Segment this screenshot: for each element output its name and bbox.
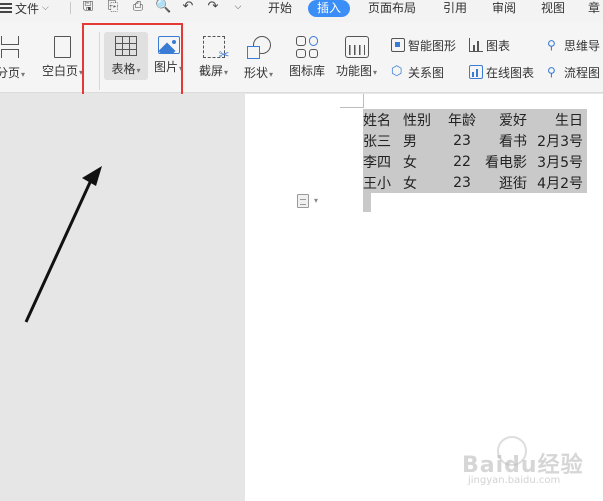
screenshot-button[interactable]: 截屏▾ [199, 36, 230, 79]
tab-references[interactable]: 引用 [443, 0, 467, 17]
file-menu-label: 文件 [15, 1, 40, 16]
undo-icon[interactable]: ↶ [180, 0, 196, 16]
title-tab-bar: 文件 ⌵ 🖫 ⎘ ⎙ 🔍 ↶ ↷ ⌵ 开始 插入 页面布局 引用 审阅 视图 章 [0, 0, 603, 22]
smart-graphic-icon [391, 38, 405, 52]
cell-hobby[interactable]: 看电影 [479, 151, 527, 172]
cell-hobby[interactable]: 看书 [479, 130, 527, 151]
smart-graphic-button[interactable]: 智能图形 [391, 36, 456, 54]
cell-gender[interactable]: 男 [403, 130, 445, 151]
header-age[interactable]: 年龄 [445, 109, 479, 130]
watermark-url: jingyan.baidu.com [468, 475, 561, 486]
tab-home[interactable]: 开始 [268, 0, 292, 17]
screenshot-scissors-icon [202, 36, 230, 63]
save-icon[interactable]: 🖫 [80, 0, 96, 16]
chart-button[interactable]: 图表 [469, 36, 510, 54]
screenshot-label: 截屏 [199, 64, 224, 78]
smart-graphic-label: 智能图形 [408, 38, 457, 53]
cell-gender[interactable]: 女 [403, 151, 445, 172]
selected-table[interactable]: 姓名 性别 年龄 爱好 生日 张三 男 23 看书 2月3号 李四 女 22 看… [363, 109, 587, 193]
chevron-down-icon: ⌵ [42, 3, 49, 13]
header-birthday[interactable]: 生日 [527, 109, 587, 130]
flowchart-label: 流程图 [564, 65, 601, 80]
flowchart-button[interactable]: ⚲ 流程图 [547, 63, 600, 81]
shape-button[interactable]: 形状▾ [244, 36, 273, 81]
cell-hobby[interactable]: 逛街 [479, 172, 527, 193]
chevron-down-icon[interactable]: ▾ [314, 196, 318, 205]
cell-name[interactable]: 王小 [363, 172, 403, 193]
tab-view[interactable]: 视图 [541, 0, 565, 17]
mind-map-label: 思维导 [564, 38, 601, 53]
flowchart-icon: ⚲ [547, 65, 556, 79]
table-row: 李四 女 22 看电影 3月5号 [363, 151, 587, 172]
relation-graph-label: 关系图 [408, 65, 445, 80]
bar-chart-icon [469, 38, 483, 52]
page-break-button[interactable]: 分页▾ [0, 36, 25, 81]
page-margin-corner [340, 94, 364, 108]
export-icon[interactable]: ⎘ [105, 0, 121, 16]
chart-label: 图表 [486, 38, 511, 53]
tab-review[interactable]: 审阅 [492, 0, 516, 17]
paragraph-layout-icon[interactable] [297, 194, 309, 208]
table-header-row: 姓名 性别 年龄 爱好 生日 [363, 109, 587, 130]
function-chart-button[interactable]: 功能图▾ [336, 36, 377, 79]
icon-library-label: 图标库 [289, 64, 326, 78]
mind-map-icon: ⚲ [547, 38, 556, 52]
cell-age[interactable]: 22 [445, 151, 479, 172]
document-canvas-background [0, 94, 245, 501]
online-chart-icon [469, 65, 483, 79]
cell-birthday[interactable]: 2月3号 [527, 130, 587, 151]
icon-library-button[interactable]: 图标库 [289, 36, 325, 79]
cell-age[interactable]: 23 [445, 130, 479, 151]
blank-page-button[interactable]: 空白页▾ [42, 36, 83, 79]
table-row: 王小 女 23 逛街 4月2号 [363, 172, 587, 193]
cell-name[interactable]: 李四 [363, 151, 403, 172]
tab-page-layout[interactable]: 页面布局 [368, 0, 416, 17]
tab-chapter[interactable]: 章 [588, 0, 600, 17]
blank-page-icon [54, 36, 72, 58]
cell-birthday[interactable]: 4月2号 [527, 172, 587, 193]
page-break-label: 分页 [0, 66, 21, 80]
page-break-icon [0, 36, 23, 60]
header-gender[interactable]: 性别 [403, 109, 445, 130]
print-preview-icon[interactable]: 🔍 [155, 0, 171, 16]
table-row: 张三 男 23 看书 2月3号 [363, 130, 587, 151]
header-name[interactable]: 姓名 [363, 109, 403, 130]
mind-map-button[interactable]: ⚲ 思维导 [547, 36, 600, 54]
online-chart-label: 在线图表 [486, 65, 535, 80]
cell-gender[interactable]: 女 [403, 172, 445, 193]
header-hobby[interactable]: 爱好 [479, 109, 527, 130]
relation-graph-icon: ⬡ [391, 64, 403, 79]
relation-graph-button[interactable]: ⬡ 关系图 [391, 63, 444, 81]
cell-birthday[interactable]: 3月5号 [527, 151, 587, 172]
file-menu[interactable]: 文件 ⌵ [0, 0, 49, 16]
cell-name[interactable]: 张三 [363, 130, 403, 151]
function-chart-label: 功能图 [336, 64, 373, 78]
tab-insert[interactable]: 插入 [308, 0, 351, 17]
blank-page-label: 空白页 [42, 64, 79, 78]
redo-icon[interactable]: ↷ [205, 0, 221, 16]
shape-label: 形状 [244, 66, 269, 80]
online-chart-button[interactable]: 在线图表 [469, 63, 534, 81]
divider [70, 2, 71, 14]
menu-icon [0, 3, 12, 13]
function-chart-icon [344, 36, 369, 58]
shape-icon [246, 36, 271, 60]
cell-age[interactable]: 23 [445, 172, 479, 193]
print-icon[interactable]: ⎙ [130, 0, 146, 16]
selection-paragraph-mark [363, 193, 371, 212]
data-table[interactable]: 姓名 性别 年龄 爱好 生日 张三 男 23 看书 2月3号 李四 女 22 看… [363, 109, 587, 193]
customize-chevron-icon[interactable]: ⌵ [230, 0, 246, 16]
icon-library-icon [296, 36, 318, 58]
